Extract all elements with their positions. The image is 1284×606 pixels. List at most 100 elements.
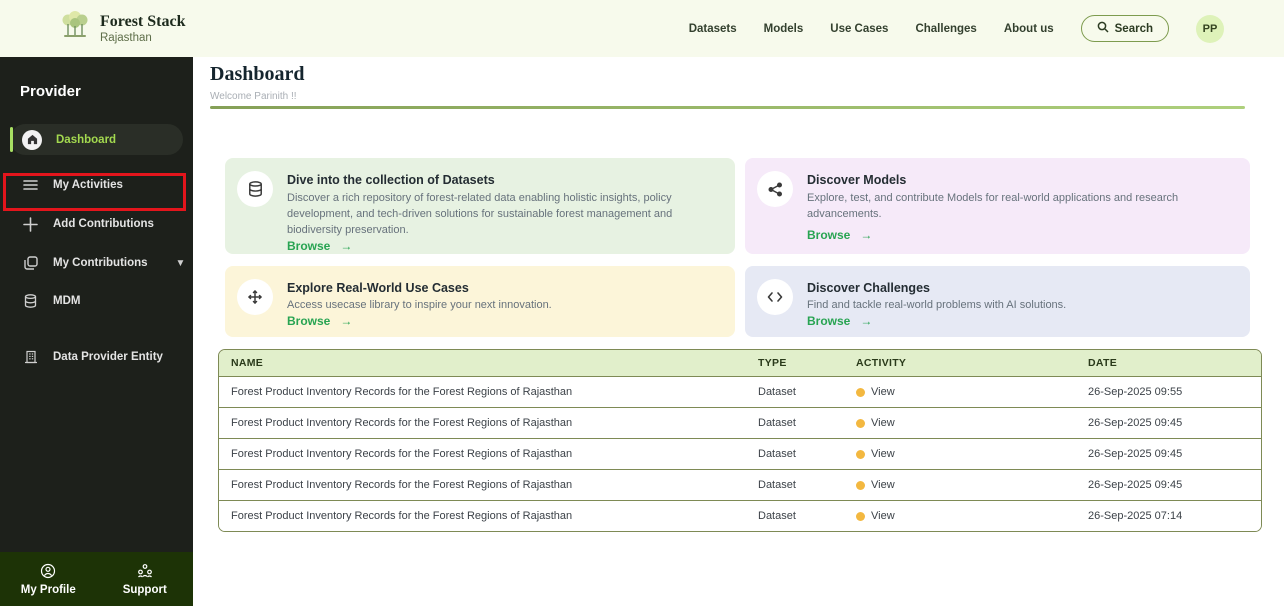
page: Forest Stack Rajasthan Datasets Models U… [0, 0, 1284, 606]
activity-label: View [871, 510, 895, 522]
search-icon [1097, 21, 1109, 36]
cell-date: 26-Sep-2025 09:45 [1076, 448, 1261, 460]
nav-datasets[interactable]: Datasets [689, 23, 737, 35]
card-use-cases[interactable]: Explore Real-World Use Cases Access usec… [225, 266, 735, 337]
cell-type: Dataset [746, 479, 844, 491]
browse-label: Browse [287, 239, 330, 253]
cell-activity: View [844, 386, 1076, 398]
card-title: Discover Challenges [807, 281, 1066, 295]
cell-date: 26-Sep-2025 09:55 [1076, 386, 1261, 398]
copy-icon [22, 255, 39, 272]
activity-label: View [871, 417, 895, 429]
table-row[interactable]: Forest Product Inventory Records for the… [219, 407, 1261, 438]
table-row[interactable]: Forest Product Inventory Records for the… [219, 500, 1261, 531]
cell-date: 26-Sep-2025 09:45 [1076, 417, 1261, 429]
browse-datasets-link[interactable]: Browse → [287, 239, 719, 255]
card-description: Access usecase library to inspire your n… [287, 298, 552, 314]
cell-activity: View [844, 479, 1076, 491]
chevron-down-icon[interactable]: ▼ [176, 258, 186, 269]
sidebar-item-label: My Activities [53, 179, 123, 191]
activity-dot-icon [856, 388, 865, 397]
sidebar-item-label: Dashboard [56, 134, 116, 146]
sidebar-heading: Provider [20, 83, 193, 100]
sidebar-footer: My Profile Support [0, 552, 193, 606]
brand[interactable]: Forest Stack Rajasthan [60, 10, 185, 47]
table-row[interactable]: Forest Product Inventory Records for the… [219, 469, 1261, 500]
plus-icon [22, 216, 39, 233]
building-icon [22, 349, 39, 366]
cell-type: Dataset [746, 510, 844, 522]
table-row[interactable]: Forest Product Inventory Records for the… [219, 438, 1261, 469]
browse-use-cases-link[interactable]: Browse → [287, 314, 552, 330]
search-button[interactable]: Search [1081, 15, 1169, 42]
divider [210, 106, 1245, 109]
sidebar: Provider Dashboard My Activities [0, 57, 193, 606]
card-title: Discover Models [807, 173, 1234, 187]
cell-type: Dataset [746, 448, 844, 460]
card-datasets[interactable]: Dive into the collection of Datasets Dis… [225, 158, 735, 254]
sidebar-item-mdm[interactable]: MDM [0, 288, 193, 314]
activity-label: View [871, 386, 895, 398]
avatar[interactable]: PP [1196, 15, 1224, 43]
brand-title: Forest Stack [100, 13, 185, 31]
browse-label: Browse [807, 314, 850, 328]
activity-dot-icon [856, 450, 865, 459]
arrow-right-icon: → [860, 228, 872, 242]
sidebar-item-label: MDM [53, 295, 80, 307]
browse-challenges-link[interactable]: Browse → [807, 314, 1066, 330]
sidebar-item-dashboard[interactable]: Dashboard [10, 124, 183, 155]
main-content: Dashboard Welcome Parinith !! Dive into … [193, 57, 1284, 606]
cell-type: Dataset [746, 417, 844, 429]
activity-dot-icon [856, 419, 865, 428]
top-header: Forest Stack Rajasthan Datasets Models U… [0, 0, 1284, 57]
code-icon [757, 279, 793, 315]
browse-models-link[interactable]: Browse → [807, 228, 1234, 244]
card-description: Find and tackle real-world problems with… [807, 298, 1066, 314]
cell-name: Forest Product Inventory Records for the… [219, 510, 746, 522]
profile-icon [40, 563, 56, 582]
database-icon [237, 171, 273, 207]
cell-name: Forest Product Inventory Records for the… [219, 386, 746, 398]
arrow-right-icon: → [340, 239, 352, 253]
activity-dot-icon [856, 512, 865, 521]
column-header-name: NAME [219, 357, 746, 369]
cell-activity: View [844, 510, 1076, 522]
sidebar-item-label: My Contributions [53, 257, 148, 269]
table-row[interactable]: Forest Product Inventory Records for the… [219, 376, 1261, 407]
column-header-type: TYPE [746, 357, 844, 369]
cell-activity: View [844, 448, 1076, 460]
top-nav: Datasets Models Use Cases Challenges Abo… [689, 15, 1224, 43]
my-profile-button[interactable]: My Profile [0, 552, 97, 606]
activity-table: NAME TYPE ACTIVITY DATE Forest Product I… [218, 349, 1262, 532]
sidebar-item-add-contributions[interactable]: Add Contributions [0, 211, 193, 237]
support-icon [137, 563, 153, 582]
nav-about-us[interactable]: About us [1004, 23, 1054, 35]
search-label: Search [1115, 23, 1153, 35]
support-button[interactable]: Support [97, 552, 194, 606]
card-challenges[interactable]: Discover Challenges Find and tackle real… [745, 266, 1250, 337]
nav-challenges[interactable]: Challenges [915, 23, 976, 35]
cell-name: Forest Product Inventory Records for the… [219, 479, 746, 491]
card-title: Dive into the collection of Datasets [287, 173, 719, 187]
cell-activity: View [844, 417, 1076, 429]
sidebar-item-label: Data Provider Entity [53, 351, 163, 363]
nav-use-cases[interactable]: Use Cases [830, 23, 888, 35]
card-description: Explore, test, and contribute Models for… [807, 191, 1234, 223]
column-header-activity: ACTIVITY [844, 357, 1076, 369]
cell-type: Dataset [746, 386, 844, 398]
activity-label: View [871, 479, 895, 491]
cell-date: 26-Sep-2025 09:45 [1076, 479, 1261, 491]
browse-label: Browse [807, 228, 850, 242]
sidebar-item-my-contributions[interactable]: My Contributions ▼ [0, 250, 193, 276]
sidebar-item-data-provider-entity[interactable]: Data Provider Entity [0, 344, 193, 370]
cell-date: 26-Sep-2025 07:14 [1076, 510, 1261, 522]
card-models[interactable]: Discover Models Explore, test, and contr… [745, 158, 1250, 254]
browse-label: Browse [287, 314, 330, 328]
activity-dot-icon [856, 481, 865, 490]
card-description: Discover a rich repository of forest-rel… [287, 191, 719, 239]
nav-models[interactable]: Models [764, 23, 804, 35]
arrow-right-icon: → [860, 314, 872, 328]
sidebar-item-my-activities[interactable]: My Activities [0, 172, 193, 198]
cell-name: Forest Product Inventory Records for the… [219, 448, 746, 460]
card-title: Explore Real-World Use Cases [287, 281, 552, 295]
